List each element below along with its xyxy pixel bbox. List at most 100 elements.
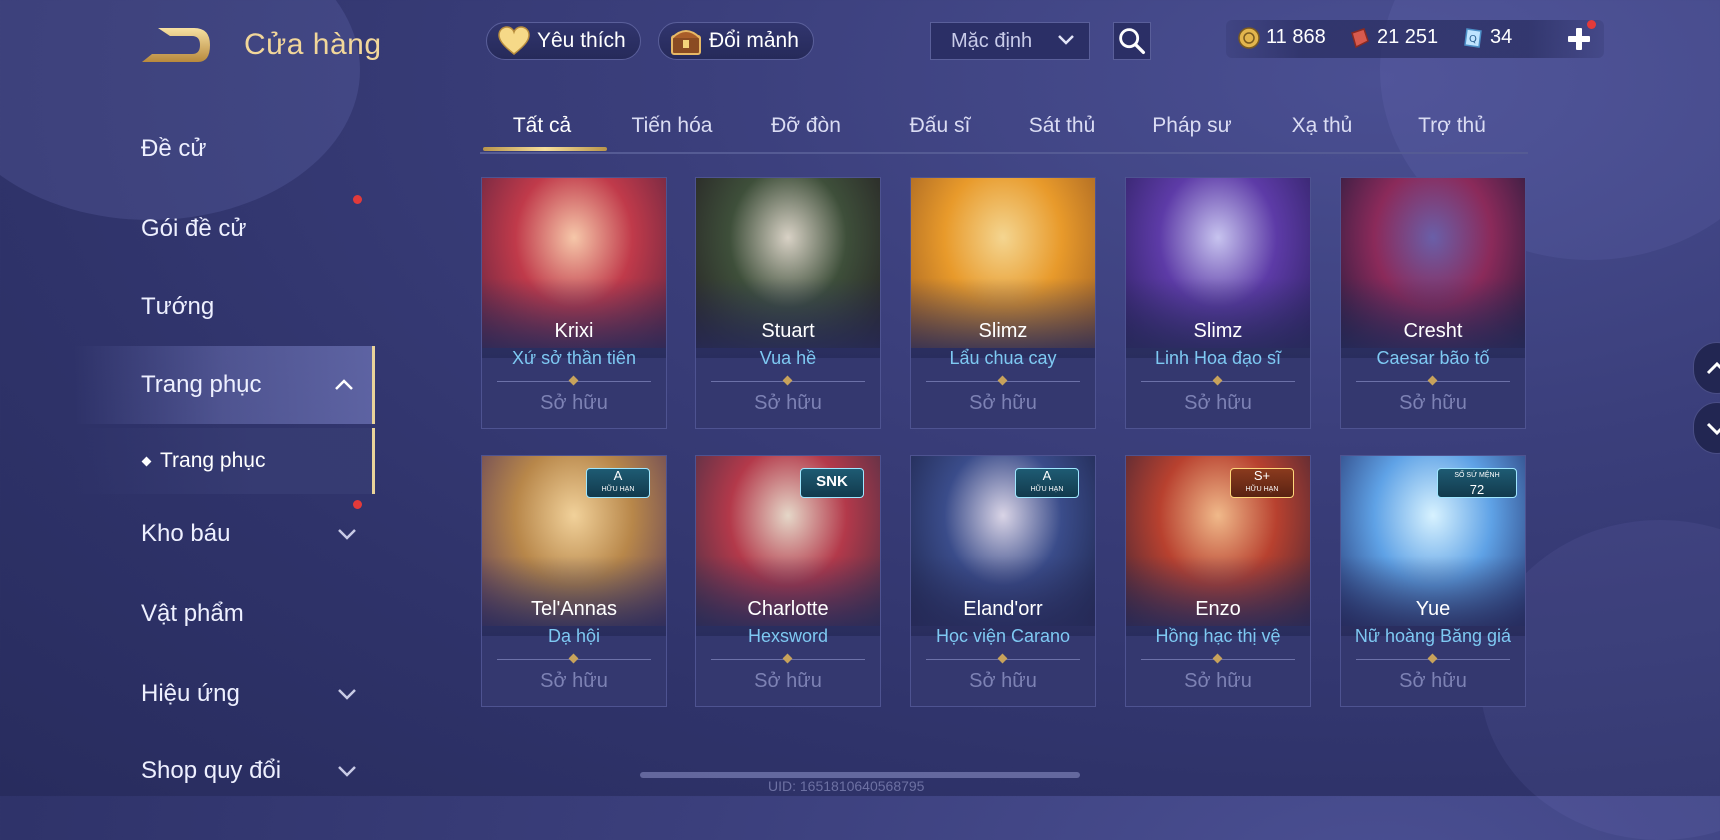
scroll-down-button[interactable]: [1693, 402, 1720, 454]
destiny-badge: SỐ SỨ MỆNH 72: [1437, 468, 1517, 498]
sidebar-item-recommended[interactable]: Đề cử: [0, 110, 375, 188]
sidebar-item-skins[interactable]: Trang phục: [0, 346, 375, 424]
voucher-balance: 21 251: [1349, 26, 1438, 49]
sidebar-item-recommended-bundles[interactable]: Gói đề cử: [0, 190, 375, 268]
owned-status: Sở hữu: [754, 392, 822, 414]
favorites-label: Yêu thích: [537, 29, 626, 52]
back-icon[interactable]: [140, 24, 212, 66]
sidebar: Đề cử Gói đề cử Tướng Trang phục Trang p…: [0, 110, 375, 796]
tab-evolution[interactable]: Tiến hóa: [610, 114, 734, 138]
hero-name: Slimz: [1193, 320, 1243, 342]
card-divider: [497, 381, 651, 382]
notification-dot: [1587, 20, 1596, 29]
sidebar-item-label: Trang phục: [160, 449, 266, 472]
tab-mage[interactable]: Pháp sư: [1130, 114, 1254, 138]
notification-dot: [353, 500, 362, 509]
card-divider: [711, 381, 865, 382]
card-divider: [1141, 659, 1295, 660]
skin-name: Nữ hoàng Băng giá: [1354, 626, 1512, 646]
gold-coin-icon: [1238, 26, 1260, 49]
tier-badge-label: A: [613, 468, 623, 483]
owned-status: Sở hữu: [1184, 670, 1252, 692]
hero-name: Krixi: [554, 320, 594, 342]
tier-badge: S+ HỮU HẠN: [1230, 468, 1294, 498]
sidebar-item-label: Trang phục: [141, 371, 262, 398]
tab-support[interactable]: Trợ thủ: [1390, 114, 1514, 138]
owned-status: Sở hữu: [1399, 392, 1467, 414]
tier-badge-sub: HỮU HẠN: [601, 486, 635, 493]
skin-name: Linh Hoa đạo sĩ: [1154, 348, 1282, 368]
skin-card[interactable]: Stuart Vua hề Sở hữu: [695, 177, 881, 429]
sidebar-item-label: Shop quy đổi: [141, 757, 282, 784]
sidebar-item-treasure[interactable]: Kho báu: [0, 495, 375, 573]
skin-card[interactable]: SỐ SỨ MỆNH 72 Yue Nữ hoàng Băng giá Sở hữ…: [1340, 455, 1526, 707]
sidebar-item-effects[interactable]: Hiệu ứng: [0, 655, 375, 733]
card-divider: [926, 381, 1080, 382]
skin-name: Dạ hội: [547, 626, 601, 646]
quan-huy-balance: Q 34: [1462, 26, 1512, 49]
gold-amount: 11 868: [1266, 26, 1326, 48]
card-divider: [1356, 659, 1510, 660]
exchange-label: Đổi mảnh: [709, 29, 799, 52]
skin-card[interactable]: SNK Charlotte Hexsword Sở hữu: [695, 455, 881, 707]
skin-card[interactable]: S+ HỮU HẠN Enzo Hồng hạc thị vệ Sở hữu: [1125, 455, 1311, 707]
tab-all[interactable]: Tất cả: [480, 114, 604, 138]
voucher-amount: 21 251: [1377, 26, 1439, 48]
tab-marksman[interactable]: Xạ thủ: [1260, 114, 1384, 138]
gold-balance: 11 868: [1238, 26, 1326, 49]
skin-card[interactable]: Slimz Lẩu chua cay Sở hữu: [910, 177, 1096, 429]
sidebar-subitem-skins[interactable]: Trang phục: [0, 428, 375, 494]
tab-tank[interactable]: Đỡ đòn: [744, 114, 868, 138]
skin-name: Hexsword: [747, 626, 829, 646]
active-tab-indicator: [483, 147, 607, 151]
tier-badge-sub: HỮU HẠN: [1030, 486, 1064, 493]
skin-name: Vua hề: [759, 348, 817, 368]
skin-card[interactable]: A HỮU HẠN Eland'orr Học viện Carano Sở hữ…: [910, 455, 1096, 707]
sidebar-item-label: Kho báu: [141, 520, 231, 547]
destiny-badge-label: 72: [1469, 482, 1485, 497]
scroll-up-button[interactable]: [1693, 342, 1720, 394]
svg-text:Q: Q: [1469, 34, 1477, 45]
tier-badge: A HỮU HẠN: [586, 468, 650, 498]
skin-card[interactable]: A HỮU HẠN Tel'Annas Dạ hội Sở hữu: [481, 455, 667, 707]
skin-name: Caesar bão tố: [1376, 348, 1490, 368]
skin-card[interactable]: Krixi Xứ sở thần tiên Sở hữu: [481, 177, 667, 429]
diamond-bullet-icon: [141, 456, 152, 466]
favorites-button[interactable]: Yêu thích: [486, 22, 641, 60]
card-divider: [1356, 381, 1510, 382]
search-button[interactable]: [1113, 22, 1151, 60]
skin-name: Xứ sở thần tiên: [512, 348, 636, 368]
search-icon: [1119, 28, 1146, 55]
skin-name: Học viện Carano: [935, 626, 1071, 646]
skin-card[interactable]: Cresht Caesar bão tố Sở hữu: [1340, 177, 1526, 429]
sidebar-item-heroes[interactable]: Tướng: [0, 268, 375, 346]
sidebar-item-label: Tướng: [141, 293, 215, 320]
sort-dropdown[interactable]: Mặc định: [930, 22, 1090, 60]
card-divider: [1141, 381, 1295, 382]
exchange-button[interactable]: Đổi mảnh: [658, 22, 814, 60]
owned-status: Sở hữu: [969, 670, 1037, 692]
destiny-badge-sub: SỐ SỨ MỆNH: [1454, 472, 1500, 479]
tab-assassin[interactable]: Sát thủ: [1000, 114, 1124, 138]
tier-badge-label: S+: [1253, 468, 1271, 483]
chevron-down-icon: [338, 689, 356, 700]
tab-fighter[interactable]: Đấu sĩ: [878, 114, 1002, 138]
owned-status: Sở hữu: [540, 670, 608, 692]
chevron-down-icon: [1706, 422, 1720, 436]
chevron-down-icon: [338, 766, 356, 777]
notification-dot: [353, 195, 362, 204]
skin-card[interactable]: Slimz Linh Hoa đạo sĩ Sở hữu: [1125, 177, 1311, 429]
role-tabs: Tất cả Tiến hóa Đỡ đòn Đấu sĩ Sát thủ Ph…: [480, 104, 1528, 154]
chevron-down-icon: [1058, 35, 1074, 45]
card-divider: [711, 659, 865, 660]
owned-status: Sở hữu: [1399, 670, 1467, 692]
tier-badge-sub: HỮU HẠN: [1245, 486, 1279, 493]
page-title: Cửa hàng: [244, 28, 382, 61]
hero-name: Cresht: [1403, 320, 1463, 342]
sidebar-item-exchange-shop[interactable]: Shop quy đổi: [0, 732, 375, 810]
hero-name: Eland'orr: [963, 598, 1043, 620]
sidebar-item-items[interactable]: Vật phẩm: [0, 575, 375, 653]
skin-name: Hồng hạc thị vệ: [1155, 626, 1281, 646]
quan-huy-amount: 34: [1490, 26, 1513, 48]
collab-badge-label: SNK: [816, 473, 848, 490]
